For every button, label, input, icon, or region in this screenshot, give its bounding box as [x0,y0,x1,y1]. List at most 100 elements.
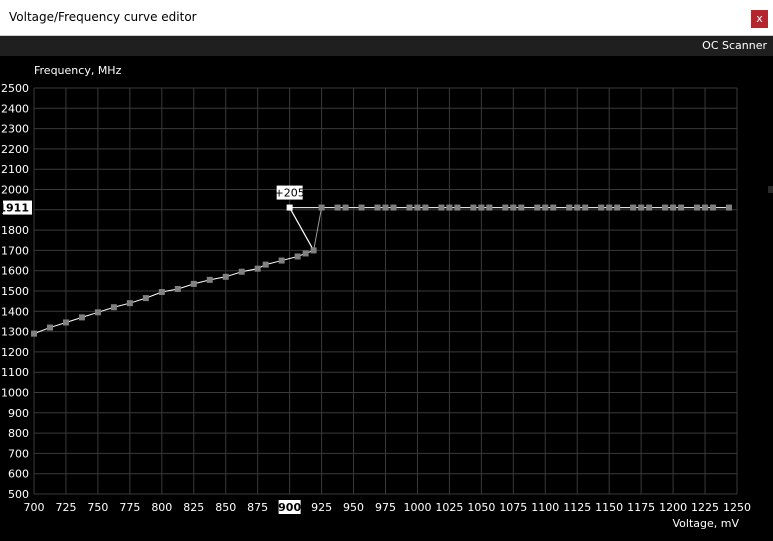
curve-point [534,204,541,211]
curve-point [566,204,573,211]
curve-point [62,319,69,326]
y-tick-label: 2400 [1,102,29,115]
plot-area[interactable]: 500 600 700 800 900 1000 1100 1200 1300 1400 1500 1… [0,56,773,537]
y-tick-label: 2200 [1,143,29,156]
curve-point [438,204,445,211]
toolbar: OC Scanner [0,36,773,56]
curve-point [174,285,181,292]
curve-point [342,204,349,211]
y-tick-label: 1800 [1,224,29,237]
y-tick-label: 1600 [1,265,29,278]
curve-point [510,204,517,211]
curve-line-ramp [33,249,314,335]
curve-point [518,204,525,211]
oc-scanner-button[interactable]: OC Scanner [702,39,767,52]
y-tick-label: 1500 [1,285,29,298]
y-tick-label: 500 [8,488,29,501]
curve-point [582,204,589,211]
x-tick-highlight-label: 900 [278,501,301,514]
curve-point [158,289,165,296]
curve[interactable]: +205 [31,185,733,337]
curve-segment [313,207,323,251]
selected-point [286,204,293,211]
curve-point [254,265,261,272]
curve-point [446,204,453,211]
x-tick-label: 950 [343,501,364,514]
curve-point [294,253,301,260]
y-tick-label: 1300 [1,326,29,339]
x-tick-label: 775 [119,501,140,514]
x-tick-label: 825 [183,501,204,514]
curve-point [662,204,669,211]
curve-point [206,276,213,283]
x-tick-label: 1250 [723,501,751,514]
curve-point [414,204,421,211]
y-tick-label: 1700 [1,244,29,257]
curve-point [382,204,389,211]
x-axis-label: Voltage, mV [673,517,740,530]
curve-point [78,314,85,321]
y-tick-label: 2100 [1,163,29,176]
curve-point [550,204,557,211]
curve-point [31,330,37,337]
curve-point [574,204,581,211]
curve-point [502,204,509,211]
x-tick-label: 1175 [627,501,655,514]
close-button[interactable]: x [751,10,768,28]
y-tick-label: 900 [8,407,29,420]
grid [33,87,738,495]
x-tick-label: 725 [55,501,76,514]
x-tick-label: 1150 [595,501,623,514]
x-tick-label: 925 [311,501,332,514]
x-axis-ticks: 700 725 750 775 800 825 850 875 900 925 950 975 1000… [24,500,751,514]
curve-point [694,204,701,211]
curve-point [278,257,285,264]
x-tick-label: 800 [151,501,172,514]
x-tick-label: 1125 [563,501,591,514]
y-tick-label: 1200 [1,346,29,359]
curve-point [678,204,685,211]
y-axis-ticks: 500 600 700 800 900 1000 1100 1200 1300 1400 1500 1… [0,82,32,501]
curve-point [374,204,381,211]
curve-point [110,304,117,311]
curve-point [670,204,677,211]
curve-point [454,204,461,211]
y-tick-label: 1100 [1,366,29,379]
y-tick-label: 600 [8,468,29,481]
curve-point [358,204,365,211]
curve-point [262,261,269,268]
y-axis-label: Frequency, MHz [34,64,122,77]
curve-point [94,309,101,316]
curve-point [310,247,317,254]
title-bar: Voltage/Frequency curve editor x [0,0,773,36]
selected-segment [289,207,315,251]
y-tick-label: 2300 [1,123,29,136]
curve-point [238,268,245,275]
curve-point [710,204,717,211]
curve-point [542,204,549,211]
x-tick-label: 850 [215,501,236,514]
curve-point [702,204,709,211]
curve-point [46,324,53,331]
curve-point [630,204,637,211]
y-tick-label: 2000 [1,184,29,197]
x-tick-label: 1000 [403,501,431,514]
x-tick-label: 1025 [435,501,463,514]
curve-point [318,204,325,211]
curve-point [606,204,613,211]
x-tick-label: 1225 [691,501,719,514]
x-tick-label: 875 [247,501,268,514]
curve-point [638,204,645,211]
curve-point [334,204,341,211]
resize-grip[interactable] [768,186,773,193]
curve-point [726,204,733,211]
vf-curve-chart[interactable]: 500 600 700 800 900 1000 1100 1200 1300 1400 1500 1… [0,56,773,537]
curve-point [126,300,133,307]
y-tick-label: 800 [8,427,29,440]
curve-point [486,204,493,211]
curve-point [406,204,413,211]
curve-point [646,204,653,211]
curve-point [142,295,149,302]
x-tick-label: 1050 [467,501,495,514]
curve-point [470,204,477,211]
